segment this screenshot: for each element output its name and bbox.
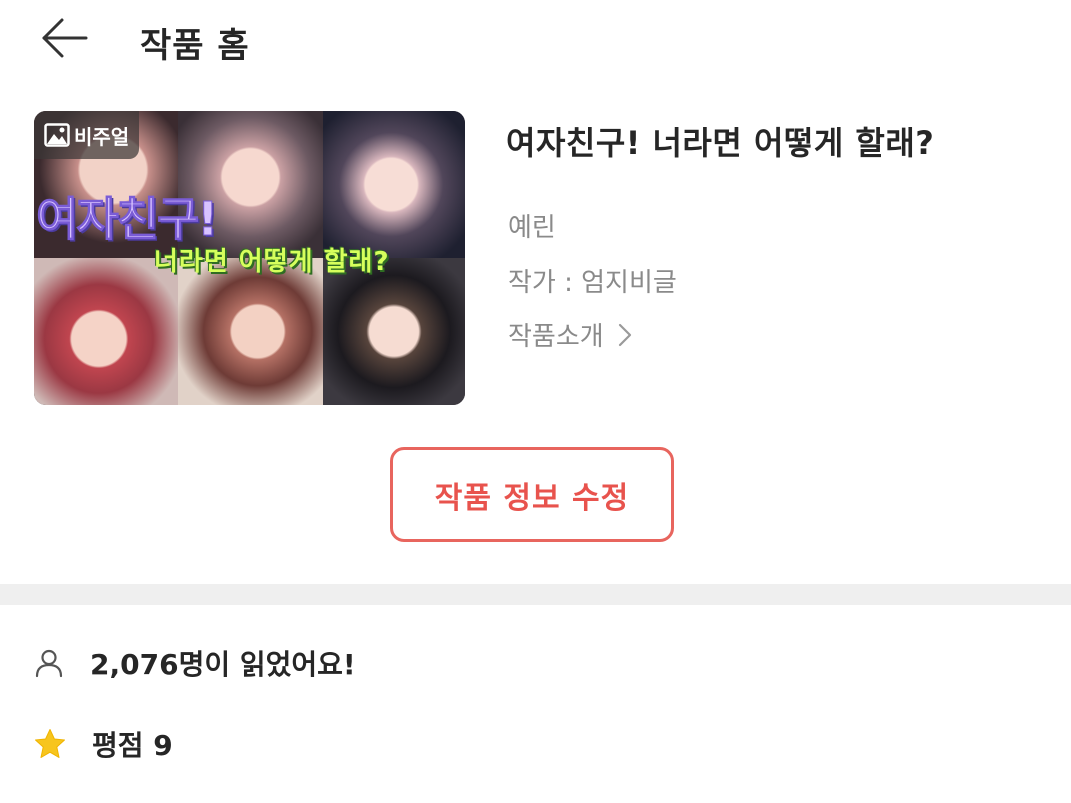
chevron-right-icon bbox=[618, 323, 631, 346]
cover-photo-4 bbox=[34, 258, 178, 405]
cover-photo-5 bbox=[178, 258, 323, 405]
top-app-bar: 작품 홈 bbox=[0, 0, 1071, 80]
back-button[interactable] bbox=[36, 14, 92, 62]
image-icon bbox=[44, 123, 70, 147]
cover-art-title-line2: 너라면 어떻게 할래? bbox=[154, 247, 390, 277]
work-intro-link[interactable]: 작품소개 bbox=[508, 316, 632, 353]
work-intro-label: 작품소개 bbox=[508, 322, 604, 352]
rating-text: 평점 9 bbox=[92, 729, 173, 762]
person-icon bbox=[35, 649, 63, 678]
visual-badge: 비주얼 bbox=[34, 111, 139, 159]
work-member: 예린 bbox=[508, 213, 556, 243]
work-author: 작가 : 엄지비글 bbox=[508, 268, 677, 298]
section-divider bbox=[0, 584, 1071, 605]
readers-stat: 2,076명이 읽었어요! bbox=[34, 643, 356, 683]
star-icon bbox=[35, 729, 65, 758]
arrow-left-icon bbox=[42, 18, 88, 58]
edit-work-info-button[interactable]: 작품 정보 수정 bbox=[390, 447, 674, 542]
visual-badge-label: 비주얼 bbox=[74, 124, 130, 149]
cover-art-title-line1: 여자친구! bbox=[36, 192, 219, 247]
work-title: 여자친구! 너라면 어떻게 할래? bbox=[506, 124, 935, 162]
cover-photo-6 bbox=[323, 258, 465, 405]
page-title: 작품 홈 bbox=[140, 26, 250, 66]
readers-count-text: 2,076명이 읽었어요! bbox=[90, 648, 356, 681]
work-home-page: 작품 홈 여자친구! 너라면 어떻게 할래? 비주얼 여자친구! 너라면 어떻게… bbox=[0, 0, 1071, 803]
rating-stat: 평점 9 bbox=[34, 724, 173, 764]
cover-image[interactable]: 여자친구! 너라면 어떻게 할래? 비주얼 bbox=[34, 111, 465, 405]
